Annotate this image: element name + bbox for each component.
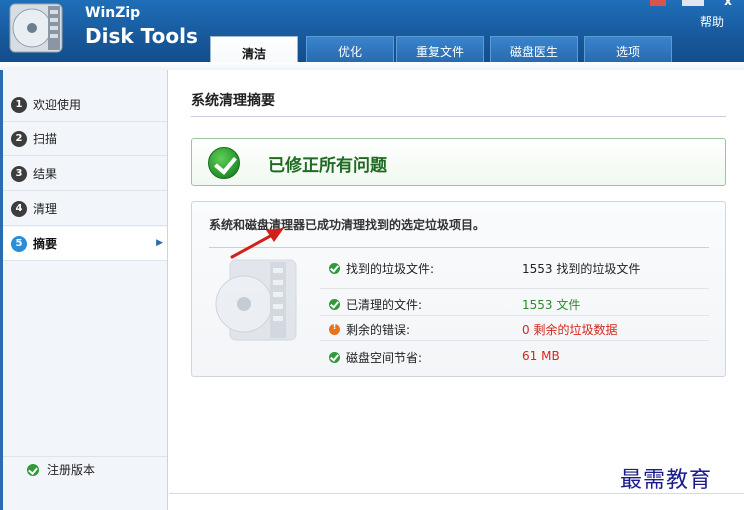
- step-number-badge: 4: [11, 200, 27, 217]
- step-number-badge: 5: [11, 235, 27, 252]
- sidebar-item-scan[interactable]: 2 扫描: [3, 122, 167, 156]
- success-message: 已修正所有问题: [268, 156, 387, 176]
- success-banner: 已修正所有问题: [191, 138, 726, 186]
- register-label: 注册版本: [47, 463, 96, 477]
- brand-title: Disk Tools: [85, 24, 198, 48]
- winzip-disk-tools-logo-icon: [9, 3, 63, 53]
- sidebar-item-label: 结果: [33, 167, 58, 181]
- watermark-text: 最需教育: [620, 468, 713, 493]
- stat-label-cleaned-files: 已清理的文件:: [346, 298, 423, 312]
- page-title: 系统清理摘要: [191, 93, 275, 109]
- sidebar-item-label: 扫描: [33, 132, 58, 146]
- check-icon: [329, 352, 340, 363]
- brand-top: WinZip: [85, 5, 141, 21]
- restore-button[interactable]: [682, 0, 704, 6]
- registered-version-link[interactable]: 注册版本: [3, 456, 167, 482]
- step-number-badge: 1: [11, 96, 27, 113]
- step-number-badge: 3: [11, 165, 27, 182]
- sidebar-item-label: 欢迎使用: [33, 98, 82, 112]
- row-divider: [320, 315, 709, 316]
- close-button[interactable]: x: [712, 0, 744, 8]
- wizard-sidebar: 1 欢迎使用 2 扫描 3 结果 4 清理 5 摘要 ▶ 注册版本: [0, 70, 168, 510]
- sidebar-item-welcome[interactable]: 1 欢迎使用: [3, 88, 167, 122]
- help-link[interactable]: 帮助: [700, 13, 724, 30]
- stat-value-remaining-errors: 0 剩余的垃圾数据: [522, 323, 618, 337]
- stat-label-junk-found: 找到的垃圾文件:: [346, 262, 435, 276]
- stat-label-remaining-errors: 剩余的错误:: [346, 323, 411, 337]
- row-divider: [320, 288, 709, 289]
- sidebar-item-clean[interactable]: 4 清理: [3, 192, 167, 226]
- app-header: WinZip Disk Tools x 帮助 清洁 优化 重复文件 磁盘医生 选…: [0, 0, 744, 70]
- minimize-button[interactable]: [650, 0, 666, 6]
- sidebar-item-summary[interactable]: 5 摘要 ▶: [3, 227, 167, 261]
- sidebar-item-results[interactable]: 3 结果: [3, 157, 167, 191]
- check-icon: [208, 147, 240, 179]
- check-icon: [27, 463, 39, 476]
- stat-value-junk-found: 1553 找到的垃圾文件: [522, 262, 641, 276]
- chevron-right-icon: ▶: [156, 238, 163, 248]
- stat-label-disk-space-saved: 磁盘空间节省:: [346, 351, 423, 365]
- check-icon: [329, 263, 340, 274]
- step-number-badge: 2: [11, 130, 27, 147]
- warning-icon: [329, 322, 340, 335]
- title-divider: [191, 116, 726, 117]
- check-icon: [329, 299, 340, 310]
- sidebar-item-label: 摘要: [33, 237, 58, 251]
- sidebar-item-label: 清理: [33, 202, 58, 216]
- header-divider: [0, 62, 744, 70]
- winzip-watermark-icon: [215, 259, 297, 341]
- stat-value-disk-space-saved: 61 MB: [522, 349, 560, 363]
- stat-value-cleaned-files: 1553 文件: [522, 298, 581, 312]
- row-divider: [320, 340, 709, 341]
- window-controls: x: [650, 0, 744, 10]
- annotation-arrow-icon: [230, 228, 284, 259]
